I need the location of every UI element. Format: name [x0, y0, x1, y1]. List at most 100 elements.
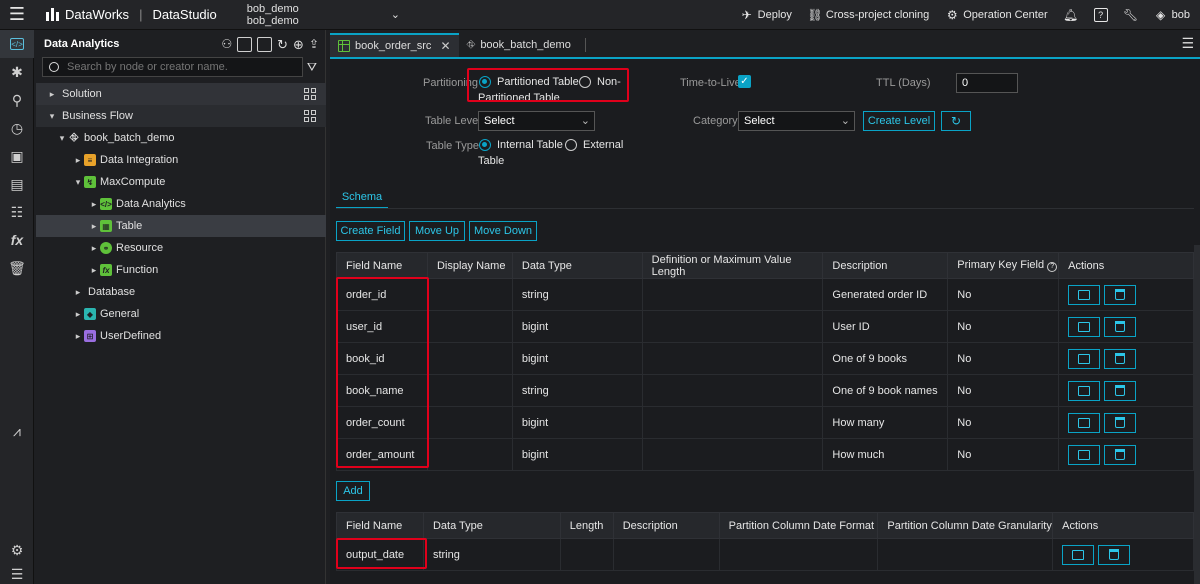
display-name-cell[interactable] [426, 374, 513, 407]
length-cell[interactable] [641, 310, 824, 343]
display-name-cell[interactable] [426, 278, 513, 311]
edit-button[interactable] [1068, 412, 1101, 433]
field-name-cell[interactable]: book_id [336, 342, 428, 375]
tree-item-table[interactable]: ▸ ▦ Table [36, 215, 326, 237]
external-table-radio[interactable] [565, 139, 577, 151]
rail-lineage[interactable]: ⩘ [0, 417, 34, 445]
workspace-selector[interactable]: bob_demo bob_demo [247, 3, 299, 27]
length-cell[interactable] [641, 406, 824, 439]
description-cell[interactable]: How much [822, 438, 949, 471]
ttl-checkbox[interactable]: ✓ [738, 75, 751, 88]
data-type-cell[interactable]: string [511, 278, 643, 311]
cross-project-cloning-button[interactable]: ⛓ Cross-project cloning [807, 8, 929, 22]
rail-recycle-bin[interactable]: 🗑︎ [0, 254, 34, 282]
field-name-cell[interactable]: order_amount [336, 438, 428, 471]
edit-button[interactable] [1068, 348, 1101, 369]
grid-icon[interactable] [304, 88, 316, 100]
edit-button[interactable] [1062, 544, 1095, 565]
rail-more[interactable]: ☰ [0, 560, 34, 584]
tree-item-book-batch-demo[interactable]: ▾ ⛗ book_batch_demo [36, 127, 326, 149]
chevron-down-icon[interactable]: ⌄ [391, 8, 400, 21]
field-name-cell[interactable]: order_id [336, 278, 428, 311]
partitioned-radio[interactable] [479, 76, 491, 88]
user-menu[interactable]: ◈ bob [1154, 8, 1190, 22]
primary-key-cell[interactable]: No [947, 342, 1060, 375]
length-cell[interactable] [641, 342, 824, 375]
create-field-button[interactable]: Create Field [336, 221, 405, 241]
length-cell[interactable] [641, 438, 824, 471]
data-type-cell[interactable]: string [511, 374, 643, 407]
field-name-cell[interactable]: order_count [336, 406, 428, 439]
user-filter-icon[interactable]: ⚇ [221, 37, 232, 53]
delete-button[interactable] [1104, 316, 1137, 337]
data-type-cell[interactable]: bigint [511, 342, 643, 375]
date-format-cell[interactable] [718, 538, 879, 571]
tree-item-data-integration[interactable]: ▸ ≡ Data Integration [36, 149, 326, 171]
tree-item-business-flow[interactable]: ▾ Business Flow [36, 105, 326, 127]
deploy-button[interactable]: ✈ Deploy [740, 8, 792, 22]
rail-list[interactable]: ☷ [0, 198, 34, 226]
help-icon[interactable]: ? [1093, 8, 1108, 22]
display-name-cell[interactable] [426, 438, 513, 471]
delete-button[interactable] [1104, 348, 1137, 369]
delete-button[interactable] [1104, 284, 1137, 305]
search-input[interactable] [67, 61, 287, 73]
edit-button[interactable] [1068, 444, 1101, 465]
data-type-cell[interactable]: string [422, 538, 561, 571]
close-icon[interactable]: ✕ [440, 39, 450, 53]
export-icon[interactable]: ⇪ [309, 37, 319, 53]
add-button[interactable]: Add [336, 481, 370, 501]
move-down-button[interactable]: Move Down [469, 221, 537, 241]
display-name-cell[interactable] [426, 406, 513, 439]
primary-key-cell[interactable]: No [947, 310, 1060, 343]
create-icon[interactable] [237, 37, 253, 52]
rail-components[interactable]: ✱ [0, 58, 34, 86]
tab-book-batch-demo[interactable]: ⛗ book_batch_demo [459, 33, 579, 57]
edit-button[interactable] [1068, 316, 1101, 337]
primary-key-cell[interactable]: No [947, 438, 1060, 471]
description-cell[interactable]: Generated order ID [822, 278, 949, 311]
tree-item-general[interactable]: ▸ ◆ General [36, 303, 326, 325]
rail-table[interactable]: ▤ [0, 170, 34, 198]
date-granularity-cell[interactable] [877, 538, 1054, 571]
tree-item-database[interactable]: ▸ Database [36, 281, 326, 303]
description-cell[interactable]: One of 9 book names [822, 374, 949, 407]
help-circle-icon[interactable]: ? [1047, 262, 1058, 272]
bell-icon[interactable]: 🔔︎ [1063, 8, 1078, 22]
length-cell[interactable] [559, 538, 614, 571]
locate-icon[interactable]: ⊕ [293, 37, 304, 53]
delete-button[interactable] [1104, 412, 1137, 433]
description-cell[interactable]: How many [822, 406, 949, 439]
category-select[interactable]: Select ⌄ [738, 111, 855, 131]
display-name-cell[interactable] [426, 310, 513, 343]
description-cell[interactable]: One of 9 books [822, 342, 949, 375]
table-level-select[interactable]: Select ⌄ [478, 111, 595, 131]
internal-table-radio[interactable] [479, 139, 491, 151]
edit-button[interactable] [1068, 380, 1101, 401]
ttl-days-input[interactable]: 0 [956, 73, 1018, 93]
length-cell[interactable] [641, 374, 824, 407]
edit-button[interactable] [1068, 284, 1101, 305]
tab-schema[interactable]: Schema [336, 187, 388, 209]
refresh-icon[interactable]: ↻ [277, 37, 288, 53]
filter-icon[interactable]: ⛛ [307, 60, 317, 75]
field-name-cell[interactable]: output_date [336, 538, 424, 571]
tree-item-data-analytics[interactable]: ▸ </> Data Analytics [36, 193, 326, 215]
rail-search[interactable]: ⚲ [0, 86, 34, 114]
delete-button[interactable] [1098, 544, 1131, 565]
primary-key-cell[interactable]: No [947, 374, 1060, 407]
rail-history[interactable]: ◷ [0, 114, 34, 142]
wrench-icon[interactable]: 🔧︎ [1123, 8, 1138, 22]
length-cell[interactable] [641, 278, 824, 311]
import-icon[interactable] [257, 37, 273, 52]
data-type-cell[interactable]: bigint [511, 438, 643, 471]
operation-center-button[interactable]: ⚙ Operation Center [945, 8, 1048, 22]
rail-function[interactable]: fx [0, 226, 34, 254]
tree-item-function[interactable]: ▸ fx Function [36, 259, 326, 281]
tree-item-resource[interactable]: ▸ ⚭ Resource [36, 237, 326, 259]
tabs-menu-icon[interactable]: ☰ [1181, 35, 1194, 52]
tree-item-userdefined[interactable]: ▸ ⊞ UserDefined [36, 325, 326, 347]
tree-item-solution[interactable]: ▸ Solution [36, 83, 326, 105]
menu-icon[interactable]: ☰ [0, 0, 34, 30]
field-name-cell[interactable]: book_name [336, 374, 428, 407]
